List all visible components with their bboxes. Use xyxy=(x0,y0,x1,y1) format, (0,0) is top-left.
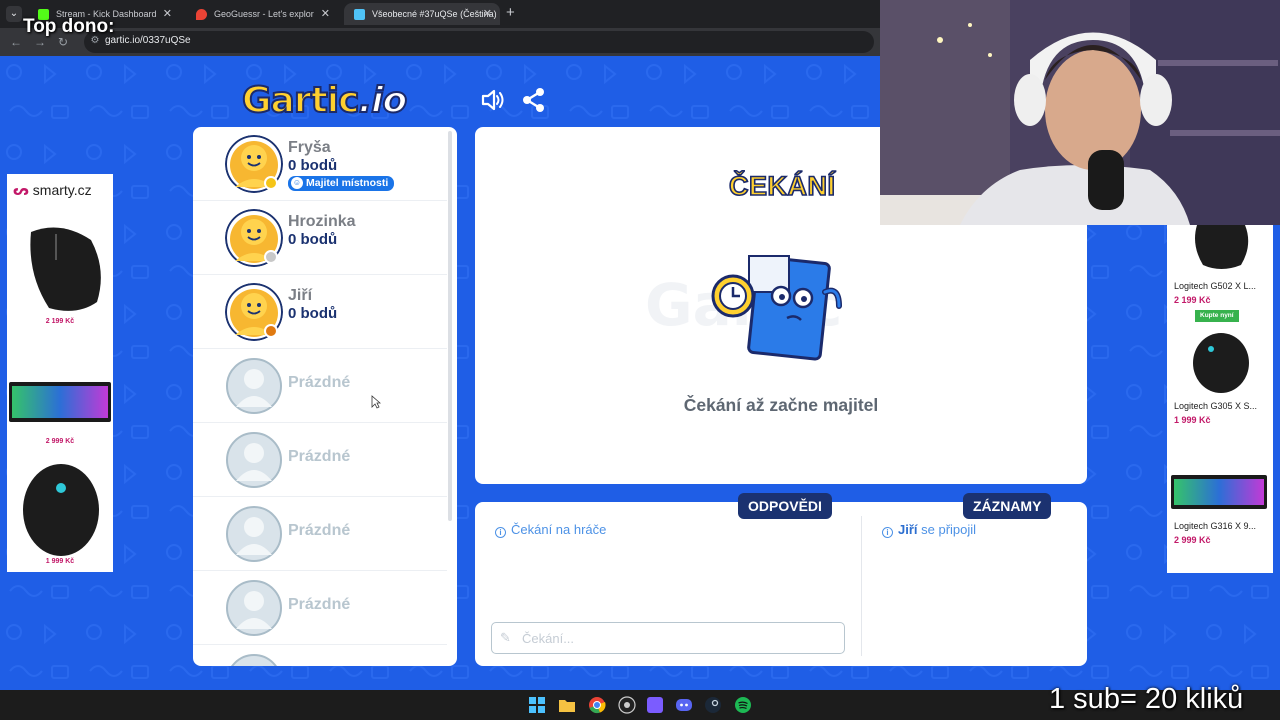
ad-product-name: Logitech G316 X 9... xyxy=(1174,521,1257,531)
windows-start-icon[interactable] xyxy=(528,696,546,714)
empty-slot-label: Prázdné xyxy=(288,522,351,539)
chat-panel: ODPOVĚDI ZÁZNAMY i Čekání na hráče i Jiří … xyxy=(475,493,1087,666)
mouse-cursor-icon xyxy=(371,395,381,409)
buy-now-button[interactable]: Kupte nyní xyxy=(1195,310,1239,322)
player-row[interactable]: Hrozinka 0 bodů xyxy=(193,201,447,275)
empty-avatar-icon xyxy=(226,580,282,636)
ad-product-price: 2 199 Kč xyxy=(1174,295,1211,305)
empty-slot: Prázdné xyxy=(193,423,447,497)
ad-price: 2 999 Kč xyxy=(45,438,75,445)
answers-system-message: i Čekání na hráče xyxy=(495,522,606,538)
tab-strip: ⌄ Stream - Kick Dashboard ✕ GeoGuessr - … xyxy=(0,0,880,28)
player-points: 0 bodů xyxy=(288,157,338,174)
ad-product-name: Logitech G502 X L... xyxy=(1174,281,1257,291)
keyboard-product-icon xyxy=(1171,475,1267,509)
new-tab-button[interactable]: + xyxy=(506,4,515,21)
list-scrollbar[interactable] xyxy=(448,131,452,521)
waiting-mascot-icon xyxy=(711,255,842,361)
share-icon[interactable] xyxy=(521,87,547,113)
ad-product-price: 1 999 Kč xyxy=(1174,415,1211,425)
sub-goal-overlay: 1 sub= 20 kliků xyxy=(1049,683,1244,715)
browser-toolbar: ← → ↻ ⚙ gartic.io/0337uQSe xyxy=(0,28,880,56)
tab-close-icon[interactable]: ✕ xyxy=(483,3,492,25)
answer-input-wrapper: ✎ xyxy=(491,622,845,654)
status-dot-icon xyxy=(264,176,278,190)
info-icon: i xyxy=(495,527,506,538)
mouse-product-icon xyxy=(23,464,99,556)
left-ad-banner[interactable]: ᔕ smarty.cz 2 199 Kč 2 999 Kč 1 999 Kč xyxy=(7,174,113,572)
waiting-message: Čekání až začne majitel xyxy=(683,395,879,415)
file-explorer-icon[interactable] xyxy=(558,696,576,714)
mouse-product-icon xyxy=(30,227,101,311)
gartic-favicon-icon xyxy=(354,9,365,20)
app-grid-icon[interactable] xyxy=(646,696,664,714)
empty-slot: Prázdné xyxy=(193,571,447,645)
waiting-title: ČEKÁNÍ xyxy=(728,170,836,202)
player-name: Hrozinka xyxy=(288,213,356,230)
empty-slot-label: Prázdné xyxy=(288,374,351,391)
player-row[interactable]: Jiří 0 bodů xyxy=(193,275,447,349)
player-points: 0 bodů xyxy=(288,305,338,322)
chrome-icon[interactable] xyxy=(588,696,606,714)
mouse-product-icon xyxy=(1195,225,1249,269)
answer-input[interactable] xyxy=(522,627,832,649)
empty-avatar-icon xyxy=(226,358,282,414)
discord-icon[interactable] xyxy=(675,696,693,714)
empty-avatar-icon xyxy=(231,654,277,666)
sound-icon[interactable] xyxy=(480,87,506,113)
obs-icon[interactable] xyxy=(618,696,636,714)
crown-icon: ☺ xyxy=(291,177,303,189)
tab-log[interactable]: ZÁZNAMY xyxy=(963,493,1052,519)
ad-brand-logo: ᔕ smarty.cz xyxy=(13,182,92,198)
map-pin-favicon-icon xyxy=(196,9,207,20)
keyboard-product-icon xyxy=(9,382,111,422)
webcam-overlay xyxy=(880,0,1280,225)
chat-divider xyxy=(861,516,862,656)
streamer-webcam-image xyxy=(880,0,1280,225)
address-bar[interactable]: ⚙ gartic.io/0337uQSe xyxy=(84,31,874,53)
tab-answers[interactable]: ODPOVĚDI xyxy=(738,493,832,519)
empty-slot: Prázdné xyxy=(193,497,447,571)
tab-title: Všeobecné #37uQSe (Čeština) xyxy=(372,9,497,19)
empty-slot-label: Prázdné xyxy=(288,448,351,465)
ad-product-price: 2 999 Kč xyxy=(1174,535,1211,545)
player-name: Jiří xyxy=(288,287,313,304)
empty-avatar-icon xyxy=(226,432,282,488)
steam-icon[interactable] xyxy=(704,696,722,714)
tab-gartic[interactable]: Všeobecné #37uQSe (Čeština) ✕ xyxy=(344,3,500,25)
top-donor-label: Top dono: xyxy=(23,16,115,37)
tab-title: GeoGuessr - Let's explore the w... xyxy=(214,9,314,19)
ad-product-name: Logitech G305 X S... xyxy=(1174,401,1258,411)
back-arrow-icon[interactable]: ← xyxy=(10,35,22,49)
player-name: Fryša xyxy=(288,139,331,156)
empty-slot: Prázdné xyxy=(193,349,447,423)
empty-avatar-icon xyxy=(226,506,282,562)
log-system-message: i Jiří se připojil xyxy=(882,522,976,538)
address-url: gartic.io/0337uQSe xyxy=(105,35,191,46)
info-icon: i xyxy=(882,527,893,538)
right-ad-banner[interactable]: Logitech G502 X L... 2 199 Kč Kupte nyní… xyxy=(1167,225,1273,573)
ad-price: 1 999 Kč xyxy=(45,558,75,565)
tab-close-icon[interactable]: ✕ xyxy=(321,3,330,25)
empty-slot-label: Prázdné xyxy=(288,596,351,613)
players-list[interactable]: Fryša 0 bodů ☺ Majitel místnosti Hrozinka… xyxy=(193,127,457,666)
ad-price: 2 199 Kč xyxy=(45,318,75,325)
browser-chrome: ⌄ Stream - Kick Dashboard ✕ GeoGuessr - … xyxy=(0,0,880,56)
mouse-product-icon xyxy=(1193,333,1249,393)
player-points: 0 bodů xyxy=(288,231,338,248)
status-dot-icon xyxy=(264,324,278,338)
tab-search-dropdown[interactable]: ⌄ xyxy=(6,6,22,22)
status-dot-icon xyxy=(264,250,278,264)
room-owner-badge: ☺ Majitel místnosti xyxy=(288,176,395,191)
spotify-icon[interactable] xyxy=(734,696,752,714)
tab-geoguessr[interactable]: GeoGuessr - Let's explore the w... ✕ xyxy=(186,3,338,25)
gartic-logo[interactable]: Gartic.io xyxy=(241,79,408,122)
empty-slot xyxy=(193,645,447,666)
player-row[interactable]: Fryša 0 bodů ☺ Majitel místnosti xyxy=(193,127,447,201)
pencil-icon: ✎ xyxy=(500,630,511,645)
tab-close-icon[interactable]: ✕ xyxy=(163,3,172,25)
